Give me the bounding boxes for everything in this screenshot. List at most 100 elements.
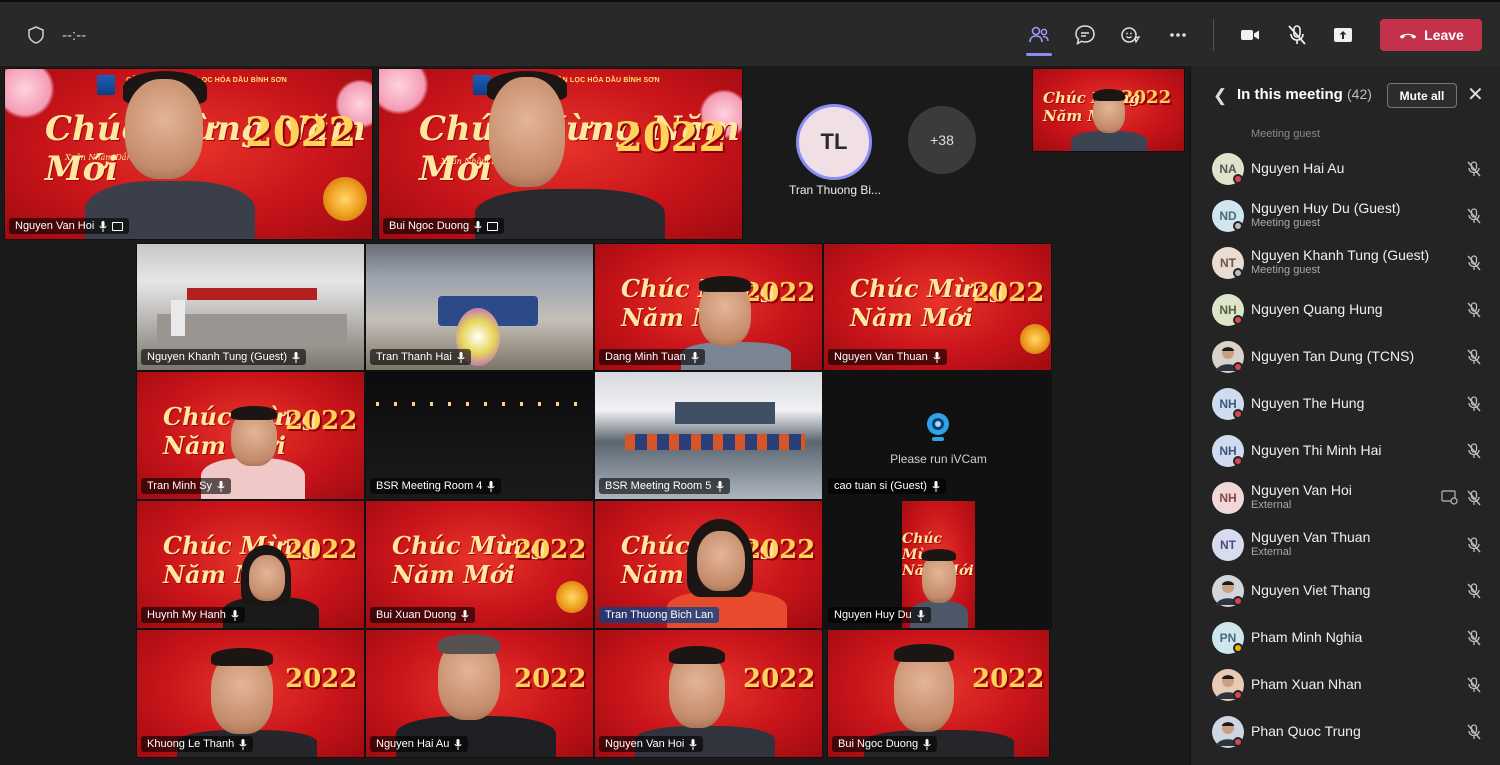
video-tile[interactable]: BSR Meeting Room 5 [594, 371, 823, 500]
mute-all-button[interactable]: Mute all [1387, 83, 1457, 108]
participant-name-tag: Tran Thanh Hai [370, 349, 471, 365]
participant-name: Nguyen Huy Du [834, 609, 912, 621]
video-tile[interactable]: Chúc Mừng Năm Mới 2022 Tran Thuong Bich … [594, 500, 823, 629]
banner-year: 2022 [743, 664, 816, 694]
video-stage: CÔNG TY CỔ PHẦN LỌC HÓA DẦU BÌNH SƠN Chú… [0, 66, 1190, 765]
video-tile[interactable]: 2022 Nguyen Hai Au [365, 629, 594, 758]
video-tile[interactable]: Nguyen Khanh Tung (Guest) [136, 243, 365, 371]
participant-row[interactable]: NH Nguyen Thi Minh Hai [1191, 428, 1500, 474]
mic-off-icon[interactable] [1465, 582, 1483, 600]
participant-name: Tran Thanh Hai [376, 351, 452, 363]
mic-off-icon[interactable] [1465, 442, 1483, 460]
participant-name: Tran Thuong Bich Lan [605, 609, 714, 621]
mic-off-icon[interactable] [1465, 536, 1483, 554]
video-tile[interactable]: Chúc Mừng Năm Mới 2022 Bui Xuan Duong [365, 500, 594, 629]
webcam-icon [925, 412, 951, 442]
video-tile[interactable]: Chúc Mừng Năm Mới 2022 Dang Minh Tuan [594, 243, 823, 371]
participant-row[interactable]: Phan Quoc Trung [1191, 709, 1500, 755]
mic-off-icon[interactable] [1465, 301, 1483, 319]
mic-off-icon[interactable] [1465, 348, 1483, 366]
mic-off-icon[interactable] [1465, 676, 1483, 694]
presence-badge [1233, 221, 1243, 231]
participant-name: Nguyen The Hung [1251, 395, 1365, 411]
mic-off-icon[interactable] [1465, 395, 1483, 413]
camera-icon[interactable] [1237, 22, 1263, 48]
video-tile[interactable]: Chúc Mừng Năm Mới Nguyen Huy Du [823, 500, 1052, 629]
participant-name: Nguyen Khanh Tung (Guest) [1251, 247, 1430, 263]
participant-list: Meeting guest NA Nguyen Hai Au ND Nguyen Hu… [1191, 124, 1500, 765]
close-icon[interactable]: ✕ [1467, 82, 1484, 107]
reactions-icon[interactable] [1118, 22, 1144, 48]
participant-row[interactable]: ND Nguyen Huy Du (Guest) Meeting guest [1191, 193, 1500, 239]
participant-name: cao tuan si (Guest) [834, 480, 927, 492]
overflow-count: +38 [930, 132, 954, 148]
people-icon[interactable] [1026, 22, 1052, 56]
video-tile[interactable]: Please run iVCam cao tuan si (Guest) [823, 371, 1052, 500]
participant-role: External [1251, 546, 1292, 558]
participant-name: Nguyen Huy Du (Guest) [1251, 200, 1401, 216]
panel-title-text: In this meeting [1237, 86, 1343, 103]
meeting-timer: --:-- [62, 27, 87, 44]
lantern-decoration [1020, 324, 1050, 354]
participant-name: Pham Xuan Nhan [1251, 676, 1362, 692]
video-tile[interactable]: 2022 Bui Ngoc Duong [827, 629, 1050, 758]
participant-name-tag: Tran Thuong Bich Lan [599, 607, 720, 623]
participant-row[interactable]: NT Nguyen Khanh Tung (Guest) Meeting guest [1191, 240, 1500, 286]
overflow-participants-button[interactable]: +38 [908, 106, 976, 174]
mic-icon [923, 738, 931, 750]
avatar-initials: NT [1220, 538, 1236, 552]
video-tile[interactable]: CÔNG TY CỔ PHẦN LỌC HÓA DẦU BÌNH SƠN Chú… [4, 68, 373, 240]
participant-name: Nguyen Khanh Tung (Guest) [147, 351, 288, 363]
mic-off-icon[interactable] [1465, 489, 1483, 507]
participant-row[interactable]: NH Nguyen Van Hoi External [1191, 475, 1500, 521]
mic-icon [474, 220, 482, 232]
chevron-left-icon[interactable]: ❮ [1213, 86, 1227, 106]
mic-icon [461, 609, 469, 621]
video-tile[interactable]: Chúc Mừng Năm Mới 2022 Nguyen Van Thuan [823, 243, 1052, 371]
leave-label: Leave [1424, 27, 1464, 43]
mic-off-icon[interactable] [1284, 22, 1310, 48]
video-tile[interactable]: BSR Meeting Room 4 [365, 371, 594, 500]
participant-row[interactable]: Pham Xuan Nhan [1191, 662, 1500, 708]
video-tile[interactable]: Tran Thanh Hai [365, 243, 594, 371]
toolbar-divider [1213, 19, 1214, 51]
mic-off-icon[interactable] [1465, 629, 1483, 647]
mic-icon [217, 480, 225, 492]
participant-row[interactable]: NH Nguyen Quang Hung [1191, 287, 1500, 333]
mic-off-icon[interactable] [1465, 723, 1483, 741]
participant-row[interactable]: Nguyen Viet Thang [1191, 568, 1500, 614]
shield-icon[interactable] [27, 26, 45, 44]
video-tile[interactable]: Chúc Mừng Năm Mới 2022 Tran Minh Sy [136, 371, 365, 500]
participant-name-tag: Nguyen Van Thuan [828, 349, 947, 365]
participant-row[interactable]: NT Nguyen Van Thuan External [1191, 522, 1500, 568]
participant-avatar[interactable]: TL [796, 104, 872, 180]
mic-icon [917, 609, 925, 621]
participant-name-tag: BSR Meeting Room 4 [370, 478, 502, 494]
more-icon[interactable] [1165, 22, 1191, 48]
participant-row[interactable]: NH Nguyen The Hung [1191, 381, 1500, 427]
mic-off-icon[interactable] [1465, 160, 1483, 178]
avatar-initials: NH [1219, 303, 1237, 317]
presence-badge [1233, 268, 1243, 278]
mic-icon [454, 738, 462, 750]
video-tile[interactable]: 2022 Nguyen Van Hoi [594, 629, 823, 758]
chat-icon[interactable] [1072, 22, 1098, 48]
avatar-initials: NH [1219, 397, 1237, 411]
self-view-tile[interactable]: 2022 Chúc Mừng Năm Mới [1032, 68, 1185, 152]
video-tile[interactable]: 2022 Khuong Le Thanh [136, 629, 365, 758]
leave-button[interactable]: Leave [1380, 19, 1482, 51]
participant-name: Bui Ngoc Duong [389, 220, 470, 232]
share-screen-icon[interactable] [1330, 22, 1356, 48]
participant-role: Meeting guest [1251, 217, 1321, 229]
video-tile[interactable]: Chúc Mừng Năm Mới 2022 Huynh My Hanh [136, 500, 365, 629]
mic-icon [457, 351, 465, 363]
participant-row[interactable]: Nguyen Tan Dung (TCNS) [1191, 334, 1500, 380]
video-tile[interactable]: CÔNG TY CỔ PHẦN LỌC HÓA DẦU BÌNH SƠN Chú… [378, 68, 743, 240]
participant-row[interactable]: NA Nguyen Hai Au [1191, 146, 1500, 192]
participant-name-tag: Bui Ngoc Duong [832, 736, 938, 752]
participant-row[interactable]: PN Pham Minh Nghia [1191, 615, 1500, 661]
mic-off-icon[interactable] [1465, 254, 1483, 272]
participant-name-tag: Dang Minh Tuan [599, 349, 705, 365]
participant-name: Nguyen Hai Au [1251, 160, 1345, 176]
mic-off-icon[interactable] [1465, 207, 1483, 225]
